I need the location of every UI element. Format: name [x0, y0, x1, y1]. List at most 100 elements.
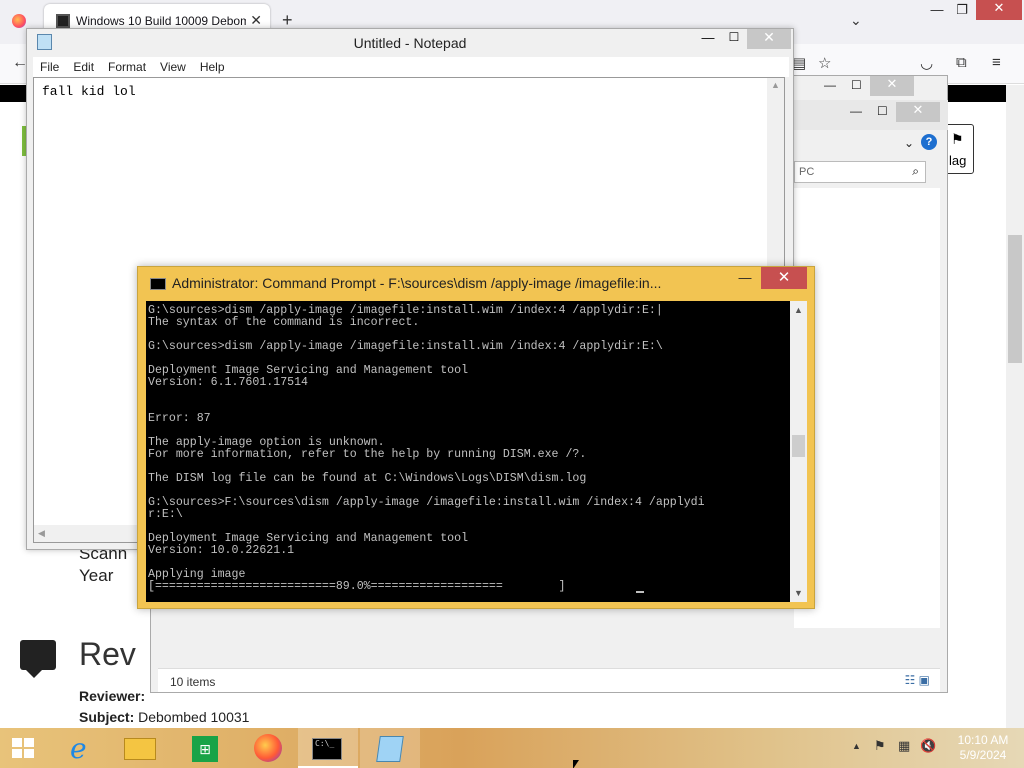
- browser-restore-button[interactable]: ❐: [948, 2, 976, 24]
- command-prompt-icon[interactable]: [150, 278, 166, 290]
- mouse-pointer: [573, 760, 579, 768]
- clock-time: 10:10 AM: [957, 733, 1009, 747]
- windows-logo-icon: [12, 738, 34, 758]
- explorer2-close-button[interactable]: ✕: [896, 102, 940, 122]
- console-line: The DISM log file can be found at C:\Win…: [148, 472, 587, 485]
- explorer-search-input[interactable]: PC ⌕: [794, 161, 926, 183]
- help-icon[interactable]: ?: [921, 134, 937, 150]
- notepad-maximize-button[interactable]: ☐: [721, 30, 747, 44]
- menu-help[interactable]: Help: [193, 57, 232, 77]
- console-line: r:E:\: [148, 508, 183, 521]
- subject-value: Debombed 10031: [138, 709, 250, 725]
- console-line: The syntax of the command is incorrect.: [148, 316, 420, 329]
- scroll-up-icon[interactable]: ▲: [771, 80, 780, 90]
- view-toggle-icon[interactable]: ☷ ▣: [905, 673, 930, 687]
- explorer2-maximize-button[interactable]: ☐: [877, 104, 888, 118]
- scroll-down-icon[interactable]: ▼: [794, 588, 803, 598]
- system-tray: ▲ ⚑ ▦ 🔇: [848, 738, 948, 758]
- menu-edit[interactable]: Edit: [66, 57, 101, 77]
- console-lines: G:\sources>dism /apply-image /imagefile:…: [148, 305, 705, 593]
- firefox-icon: [254, 734, 282, 762]
- item-count: 10 items: [170, 675, 216, 689]
- site-favicon-icon: [56, 14, 70, 28]
- flag-icon: ⚑: [951, 131, 964, 147]
- menu-format[interactable]: Format: [101, 57, 153, 77]
- taskbar-command-prompt[interactable]: C:\_: [298, 728, 358, 768]
- taskbar-store[interactable]: ⊞: [174, 728, 234, 768]
- network-icon[interactable]: ▦: [898, 738, 910, 754]
- show-hidden-icons-arrow-icon[interactable]: ▲: [852, 741, 861, 751]
- console-line: [==========================89.0%========…: [148, 580, 566, 593]
- taskbar-notepad[interactable]: [360, 728, 420, 768]
- reviewer-line: Reviewer:: [79, 688, 145, 704]
- bookmark-star-icon[interactable]: ☆: [818, 54, 831, 72]
- subject-label: Subject:: [79, 709, 135, 725]
- command-prompt-icon: C:\_: [312, 738, 342, 760]
- notepad-menu-bar: File Edit Format View Help: [33, 57, 789, 77]
- tab-list-chevron-icon[interactable]: ⌄: [850, 12, 862, 29]
- console-line: G:\sources>F:\sources\dism /apply-image …: [148, 496, 705, 509]
- tab-close-icon[interactable]: ✕: [250, 12, 262, 29]
- menu-file[interactable]: File: [33, 57, 66, 77]
- explorer2-minimize-button[interactable]: —: [850, 104, 862, 118]
- scroll-up-icon[interactable]: ▲: [794, 305, 803, 315]
- notepad-content[interactable]: fall kid lol: [42, 84, 136, 99]
- console-line: Version: 10.0.22621.1: [148, 544, 295, 557]
- menu-hamburger-icon[interactable]: ≡: [992, 54, 1001, 71]
- console-line: G:\sources>dism /apply-image /imagefile:…: [148, 340, 663, 353]
- explorer-status-bar: 10 items ☷ ▣: [158, 668, 940, 692]
- cmd-close-button[interactable]: ✕: [761, 267, 807, 289]
- console-cursor: [636, 591, 644, 593]
- search-placeholder: PC: [799, 166, 815, 178]
- reader-view-icon[interactable]: ▤: [792, 54, 806, 72]
- reviewer-label: Reviewer:: [79, 688, 146, 704]
- taskbar-file-explorer[interactable]: [110, 728, 170, 768]
- explorer-minimize-button[interactable]: —: [824, 78, 836, 92]
- internet-explorer-icon: e: [70, 732, 87, 765]
- start-button[interactable]: [0, 728, 48, 768]
- cmd-scroll-thumb[interactable]: [792, 435, 805, 457]
- search-icon: ⌕: [912, 164, 919, 178]
- page-scrollbar[interactable]: [1006, 85, 1024, 728]
- explorer-content-pane[interactable]: [794, 188, 940, 628]
- console-line: Version: 6.1.7601.17514: [148, 376, 309, 389]
- explorer-close-button[interactable]: ✕: [870, 76, 914, 96]
- console-line: Error: 87: [148, 412, 211, 425]
- reviews-heading: Rev: [79, 636, 136, 672]
- cmd-vertical-scrollbar[interactable]: ▲ ▼: [790, 301, 807, 602]
- menu-view[interactable]: View: [153, 57, 193, 77]
- action-center-flag-icon[interactable]: ⚑: [874, 738, 886, 754]
- notepad-title: Untitled - Notepad: [353, 35, 467, 51]
- year-label: Year: [79, 566, 114, 585]
- browser-close-button[interactable]: ✕: [976, 0, 1022, 20]
- tab-title: Windows 10 Build 10009 Debombed: [76, 14, 246, 28]
- clock-date: 5/9/2024: [959, 748, 1007, 762]
- subject-line: Subject: Debombed 10031: [79, 709, 249, 725]
- notepad-close-button[interactable]: ✕: [747, 29, 791, 49]
- extensions-icon[interactable]: ⧉: [956, 54, 967, 71]
- taskbar-firefox[interactable]: [236, 728, 296, 768]
- taskbar-internet-explorer[interactable]: e: [50, 728, 110, 768]
- console-output[interactable]: G:\sources>dism /apply-image /imagefile:…: [146, 301, 790, 602]
- firefox-icon[interactable]: [12, 14, 26, 28]
- scroll-left-icon[interactable]: ◀: [38, 528, 45, 539]
- notepad-minimize-button[interactable]: —: [695, 30, 721, 45]
- volume-muted-icon[interactable]: 🔇: [920, 738, 936, 754]
- cmd-minimize-button[interactable]: —: [732, 270, 758, 285]
- notepad-title-bar[interactable]: Untitled - Notepad — ☐ ✕: [27, 29, 793, 57]
- console-line: For more information, refer to the help …: [148, 448, 587, 461]
- notepad-icon: [376, 736, 404, 762]
- store-icon: ⊞: [192, 736, 218, 762]
- folder-icon: [124, 738, 156, 760]
- flag-label: lag: [949, 153, 967, 168]
- cmd-title: Administrator: Command Prompt - F:\sourc…: [172, 275, 662, 291]
- speech-bubble-icon: [20, 640, 56, 678]
- pocket-icon[interactable]: ◡: [920, 54, 933, 72]
- explorer-maximize-button[interactable]: ☐: [851, 78, 862, 92]
- page-scroll-thumb[interactable]: [1008, 235, 1022, 363]
- command-prompt-window: Administrator: Command Prompt - F:\sourc…: [137, 266, 815, 609]
- chevron-down-icon[interactable]: ⌄: [904, 136, 914, 150]
- taskbar-clock[interactable]: 10:10 AM 5/9/2024: [948, 733, 1018, 763]
